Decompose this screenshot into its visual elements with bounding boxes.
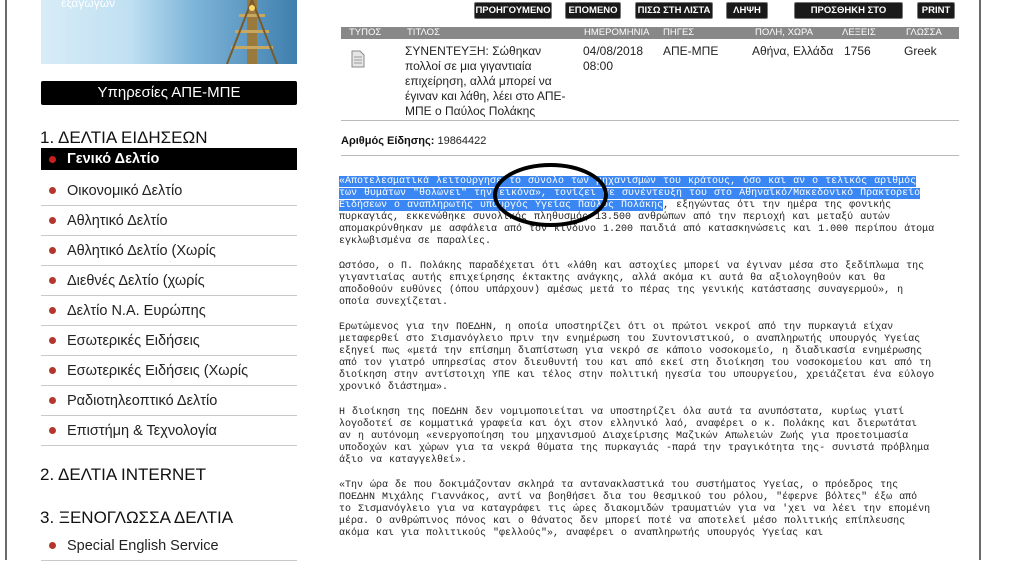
annotation-ellipse xyxy=(493,163,608,227)
sidebar-nav-item[interactable]: Δελτίο Ν.Α. Ευρώπης xyxy=(41,296,297,326)
header-date: ΗΜΕΡΟΜΗΝΙΑ xyxy=(584,27,650,38)
header-place: ΠΟΛΗ, ΧΩΡΑ xyxy=(755,27,813,38)
row-source: ΑΠΕ-ΜΠΕ xyxy=(663,44,719,58)
sidebar-nav-item-label: Εσωτερικές Ειδήσεις (Χωρίς xyxy=(67,362,249,379)
header-language: ΓΛΩΣΣΑ xyxy=(906,27,942,38)
row-date-line: 04/08/2018 xyxy=(583,44,644,58)
sidebar-nav-item-label: Αθλητικό Δελτίο xyxy=(67,212,168,229)
article-paragraph: Ερωτώμενος για την ΠΟΕΔΗΝ, η οποία υποστ… xyxy=(339,322,935,393)
header-banner-image: εξαγωγών xyxy=(41,0,297,64)
news-bulletins-nav: Γενικό Δελτίο Οικονομικό Δελτίο Αθλητικό Δ… xyxy=(41,148,297,446)
sidebar-nav-item-label: Οικονομικό Δελτίο xyxy=(67,182,183,199)
sidebar-nav-item-label: Ραδιοτηλεοπτικό Δελτίο xyxy=(67,392,218,409)
bullet-icon xyxy=(49,367,56,374)
header-type: ΤΥΠΟΣ xyxy=(349,27,382,38)
bullet-icon xyxy=(49,307,56,314)
previous-button[interactable]: ΠΡΟΗΓΟΥΜΕΝΟ xyxy=(474,2,552,19)
bullet-icon xyxy=(49,247,56,254)
left-frame-border xyxy=(5,0,7,560)
services-title-bar: Υπηρεσίες ΑΠΕ-ΜΠΕ xyxy=(41,81,297,105)
row-language: Greek xyxy=(904,44,937,58)
bullet-icon xyxy=(49,187,56,194)
section-news-bulletins-title: 1. ΔΕΛΤΙΑ ΕΙΔΗΣΕΩΝ xyxy=(40,128,208,147)
news-id-value: 19864422 xyxy=(437,135,487,147)
row-place: Αθήνα, Ελλάδα xyxy=(752,44,834,58)
article-paragraph: «Την ώρα δε που δοκιμάζονταν σκληρά τα α… xyxy=(339,480,931,539)
article-paragraph: «Αποτελεσματικά λειτούργησε το σύνολο τω… xyxy=(339,176,935,248)
back-to-list-button[interactable]: ΠΙΣΩ ΣΤΗ ΛΙΣΤΑ xyxy=(635,2,713,19)
sidebar-nav-item[interactable]: Εσωτερικές Ειδήσεις xyxy=(41,326,297,356)
section-foreign-bulletins-title[interactable]: 3. ΞΕΝΟΓΛΩΣΣΑ ΔΕΛΤΙΑ xyxy=(40,508,233,528)
bullet-icon xyxy=(49,277,56,284)
sidebar-nav-item[interactable]: Εσωτερικές Ειδήσεις (Χωρίς xyxy=(41,356,297,386)
next-button[interactable]: ΕΠΟΜΕΝΟ xyxy=(565,2,621,19)
add-to-cart-button[interactable]: ΠΡΟΣΘΗΚΗ ΣΤΟ ΚΑΛΑΘΙ xyxy=(794,2,903,31)
news-id: Αριθμός Είδησης: 19864422 xyxy=(341,135,486,147)
bullet-icon xyxy=(49,397,56,404)
sidebar-nav-item[interactable]: Ραδιοτηλεοπτικό Δελτίο xyxy=(41,386,297,416)
sidebar-nav-item-label: Επιστήμη & Τεχνολογία xyxy=(67,422,217,439)
news-id-label: Αριθμός Είδησης: xyxy=(341,135,435,147)
section-internet-bulletins-title[interactable]: 2. ΔΕΛΤΙΑ INTERNET xyxy=(40,465,206,485)
sidebar-nav-item[interactable]: Special English Service xyxy=(41,531,297,561)
document-icon xyxy=(351,50,365,68)
row-title-line: έγιναν και λάθη, λέει στο ΑΠΕ- xyxy=(405,89,566,103)
row-words: 1756 xyxy=(844,44,871,58)
right-frame-border xyxy=(979,0,981,560)
header-source: ΠΗΓΕΣ xyxy=(663,27,695,38)
sidebar-nav-item[interactable]: Επιστήμη & Τεχνολογία xyxy=(41,416,297,446)
header-words: ΛΕΞΕΙΣ xyxy=(842,27,876,38)
results-table-header: ΤΥΠΟΣ ΤΙΤΛΟΣ ΗΜΕΡΟΜΗΝΙΑ ΠΗΓΕΣ ΠΟΛΗ, ΧΩΡΑ… xyxy=(341,27,959,39)
bullet-icon xyxy=(49,155,56,163)
sidebar-nav-item[interactable]: Γενικό Δελτίο xyxy=(41,148,297,170)
sidebar-nav-item[interactable]: Αθλητικό Δελτίο (Χωρίς xyxy=(41,236,297,266)
download-button[interactable]: ΛΗΨΗ xyxy=(726,2,768,19)
row-title-line: ΣΥΝΕΝΤΕΥΞΗ: Σώθηκαν xyxy=(405,44,542,58)
sidebar-nav-item[interactable]: Διεθνές Δελτίο (χωρίς xyxy=(41,266,297,296)
table-row[interactable]: ΣΥΝΕΝΤΕΥΞΗ: Σώθηκαν πολλοί σε μια γιγαντ… xyxy=(341,42,959,118)
industrial-tower-icon xyxy=(226,0,278,64)
bullet-icon xyxy=(49,427,56,434)
sidebar-nav-item-label: Διεθνές Δελτίο (χωρίς xyxy=(67,272,205,289)
banner-text: εξαγωγών xyxy=(61,0,116,10)
bullet-icon xyxy=(49,542,56,549)
sidebar-nav-item-label: Γενικό Δελτίο xyxy=(67,151,160,167)
print-button[interactable]: PRINT xyxy=(917,2,955,19)
sidebar-nav-item-label: Δελτίο Ν.Α. Ευρώπης xyxy=(67,302,206,319)
divider xyxy=(341,155,959,156)
row-title-line: επιχείρηση, αλλά μπορεί να xyxy=(405,74,552,88)
article-body[interactable]: «Αποτελεσματικά λειτούργησε το σύνολο τω… xyxy=(339,176,935,553)
row-title-line: πολλοί σε μια γιγαντιαία xyxy=(405,59,532,73)
header-title: ΤΙΤΛΟΣ xyxy=(407,27,440,38)
bullet-icon xyxy=(49,217,56,224)
bullet-icon xyxy=(49,337,56,344)
row-title[interactable]: ΣΥΝΕΝΤΕΥΞΗ: Σώθηκαν πολλοί σε μια γιγαντ… xyxy=(405,44,580,119)
row-time-line: 08:00 xyxy=(583,59,614,73)
sidebar-nav-item-label: Εσωτερικές Ειδήσεις xyxy=(67,332,200,349)
row-title-line: ΜΠΕ ο Παύλος Πολάκης xyxy=(405,104,536,118)
row-date: 04/08/2018 08:00 xyxy=(583,44,643,74)
sidebar-nav-item-label: Special English Service xyxy=(67,537,219,554)
article-paragraph: Η διοίκηση της ΠΟΕΔΗΝ δεν νομιμοποιείται… xyxy=(339,407,930,466)
divider xyxy=(341,120,959,121)
foreign-bulletins-nav: Special English Service xyxy=(41,531,297,561)
sidebar-nav-item[interactable]: Αθλητικό Δελτίο xyxy=(41,206,297,236)
sidebar-nav-item[interactable]: Οικονομικό Δελτίο xyxy=(41,176,297,206)
article-paragraph: Ωστόσο, ο Π. Πολάκης παραδέχεται ότι «λά… xyxy=(339,261,925,308)
sidebar-nav-item-label: Αθλητικό Δελτίο (Χωρίς xyxy=(67,242,216,259)
